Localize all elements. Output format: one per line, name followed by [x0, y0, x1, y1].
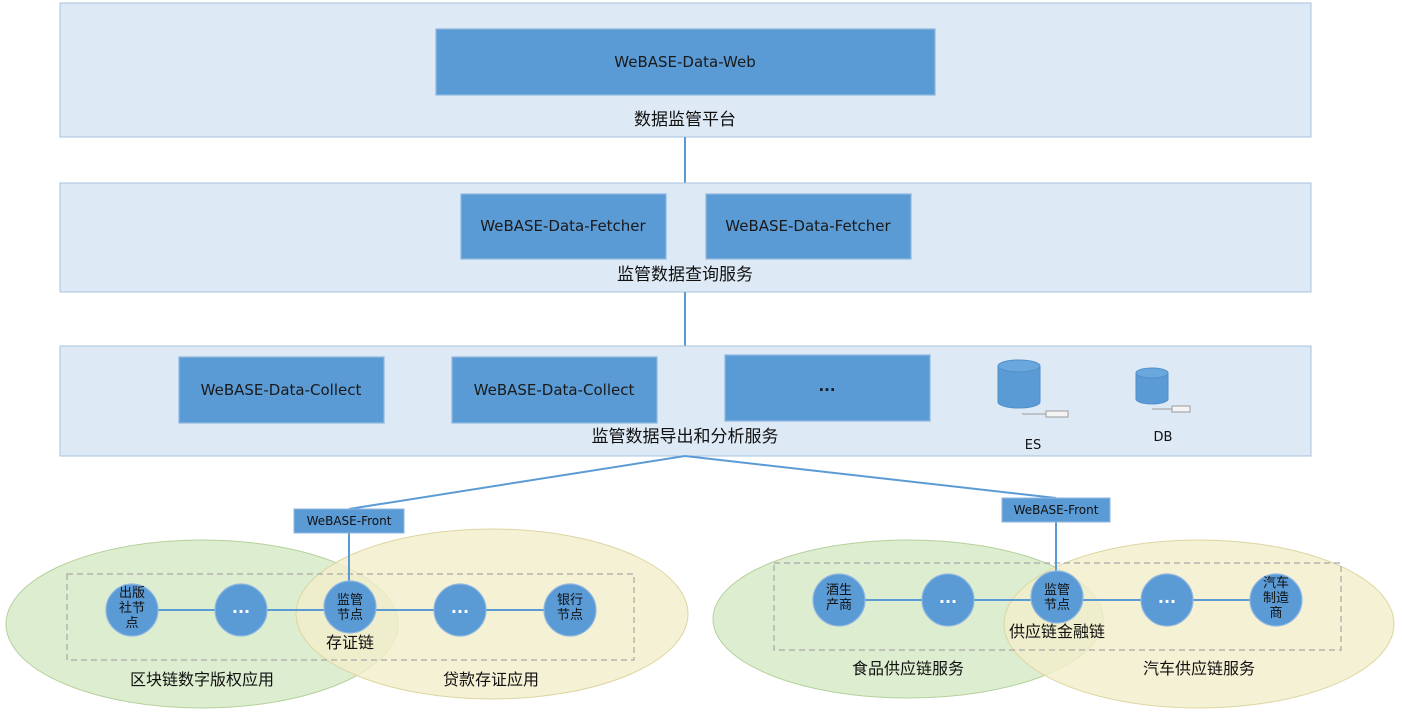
node-label-line: ...	[232, 598, 250, 617]
connector-collect-front-left	[348, 455, 686, 510]
layer-web-title: 数据监管平台	[634, 110, 736, 130]
front-left-label: WeBASE-Front	[307, 514, 392, 528]
app-right-food: 食品供应链服务	[852, 659, 964, 678]
svg-text:...: ...	[451, 598, 469, 617]
es-label: ES	[1025, 438, 1041, 453]
component-collect-more-label: ...	[818, 377, 835, 395]
node-left-more-1: ...	[214, 583, 268, 637]
svg-text:...: ...	[1158, 588, 1176, 607]
node-left-supervisor: 监管节点	[323, 580, 377, 634]
component-data-web-label: WeBASE-Data-Web	[614, 53, 755, 71]
app-right-auto: 汽车供应链服务	[1143, 659, 1255, 678]
node-bank: 银行节点	[543, 583, 597, 637]
front-right-label: WeBASE-Front	[1014, 503, 1099, 517]
node-car-maker: 汽车制造商	[1249, 573, 1303, 627]
node-label-line: 银行	[557, 593, 583, 608]
node-label-line: 节点	[337, 608, 363, 623]
component-collect-2-label: WeBASE-Data-Collect	[474, 381, 635, 399]
node-label-line: 节点	[1044, 598, 1070, 613]
node-label-line: 制造	[1263, 591, 1289, 606]
node-label-line: ...	[939, 588, 957, 607]
component-collect-1-label: WeBASE-Data-Collect	[201, 381, 362, 399]
app-left-copyright: 区块链数字版权应用	[130, 670, 274, 689]
component-fetcher-1-label: WeBASE-Data-Fetcher	[480, 217, 646, 235]
node-left-more-2: ...	[433, 583, 487, 637]
node-label-line: 汽车	[1263, 575, 1289, 591]
node-right-more-2: ...	[1140, 573, 1194, 627]
node-publisher: 出版社节点	[105, 583, 159, 637]
node-right-supervisor: 监管节点	[1030, 570, 1084, 624]
layer-collect-title: 监管数据导出和分析服务	[592, 427, 779, 447]
node-label-line: 监管	[337, 593, 363, 608]
svg-text:...: ...	[939, 588, 957, 607]
app-left-loan: 贷款存证应用	[443, 670, 539, 689]
node-label-line: 酒生	[826, 583, 852, 598]
node-label-line: 产商	[826, 598, 852, 613]
node-label-line: 监管	[1044, 583, 1070, 598]
svg-text:银行节点: 银行节点	[557, 593, 583, 623]
node-label-line: 社节	[119, 600, 145, 616]
node-right-more-1: ...	[921, 573, 975, 627]
svg-text:监管节点: 监管节点	[337, 593, 363, 623]
svg-text:酒生产商: 酒生产商	[826, 583, 852, 613]
connector-collect-front-right	[684, 455, 1057, 499]
component-fetcher-2-label: WeBASE-Data-Fetcher	[725, 217, 891, 235]
node-label-line: 点	[125, 616, 138, 631]
db-label: DB	[1154, 430, 1173, 445]
chain-left-label: 存证链	[326, 633, 374, 652]
node-winery: 酒生产商	[812, 573, 866, 627]
architecture-diagram: WeBASE-Data-Web 数据监管平台 WeBASE-Data-Fetch…	[5, 2, 1395, 709]
node-label-line: ...	[1158, 588, 1176, 607]
svg-text:...: ...	[232, 598, 250, 617]
node-label-line: ...	[451, 598, 469, 617]
node-label-line: 商	[1269, 606, 1282, 621]
node-label-line: 出版	[119, 586, 145, 601]
svg-text:监管节点: 监管节点	[1044, 583, 1070, 613]
layer-fetcher-title: 监管数据查询服务	[617, 265, 753, 285]
node-label-line: 节点	[557, 608, 583, 623]
chain-right-label: 供应链金融链	[1009, 622, 1105, 641]
